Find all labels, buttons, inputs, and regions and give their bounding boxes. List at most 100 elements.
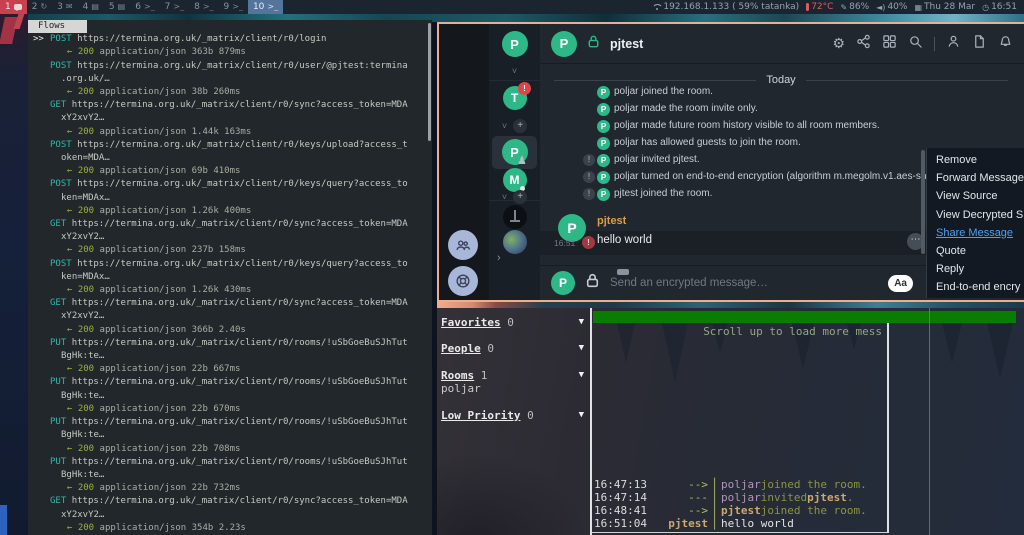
search-icon[interactable] — [908, 34, 923, 54]
workspace-3[interactable]: 3✉ — [52, 0, 77, 14]
flow-row[interactable]: PUT https://termina.org.uk/_matrix/clien… — [33, 337, 432, 377]
request-url: https://termina.org.uk/_matrix/client/r0… — [77, 61, 408, 71]
workspace-2[interactable]: 2↻ — [27, 0, 52, 14]
event-avatar: P — [597, 137, 610, 150]
weechat-terminal[interactable]: Favorites 0▼ People 0▼ Rooms 1▼poljar Low P… — [437, 308, 1024, 535]
chat-prefix: --> — [652, 478, 708, 491]
mitmproxy-terminal[interactable]: Flows >>POST https://termina.org.uk/_mat… — [28, 20, 432, 535]
collapse-arrow-icon[interactable]: ▼ — [579, 410, 584, 420]
flows-tab[interactable]: Flows — [28, 20, 87, 33]
members-icon[interactable] — [946, 34, 961, 54]
statue-icon: ♟ — [517, 154, 527, 167]
room-avatar[interactable]: P — [551, 31, 577, 57]
flow-row[interactable]: POST https://termina.org.uk/_matrix/clie… — [33, 178, 432, 218]
flow-row[interactable]: >>POST https://termina.org.uk/_matrix/cl… — [33, 33, 432, 59]
user-avatar[interactable]: P — [502, 31, 528, 57]
flow-row[interactable]: POST https://termina.org.uk/_matrix/clie… — [33, 60, 432, 100]
menu-item-share-message[interactable]: Share Message — [927, 224, 1024, 242]
response-line: ← 200 application/json 38b 260ms — [33, 86, 432, 99]
collapse-arrow-icon[interactable]: ▼ — [579, 343, 584, 353]
menu-item-view-decrypted-s[interactable]: View Decrypted S — [927, 206, 1024, 224]
rooms-grid-icon[interactable] — [882, 34, 897, 54]
workspace-8[interactable]: 8>_ — [189, 0, 218, 14]
help-button[interactable] — [448, 266, 478, 296]
lifebuoy-icon — [454, 272, 472, 290]
menu-item-reply[interactable]: Reply — [927, 260, 1024, 278]
status-code: 200 — [78, 245, 94, 255]
thermometer-icon — [806, 3, 809, 11]
workspace-1[interactable]: 1 — [0, 0, 27, 14]
files-icon[interactable] — [972, 34, 987, 54]
flow-row[interactable]: POST https://termina.org.uk/_matrix/clie… — [33, 139, 432, 179]
buffer-group-rooms[interactable]: Rooms 1▼ — [441, 369, 582, 382]
chevron-down-icon[interactable]: ˅ — [512, 66, 517, 76]
workspace-5[interactable]: 5▤ — [104, 0, 130, 14]
buffer-item-poljar[interactable]: poljar — [441, 382, 481, 395]
room-sidebar: P ˅ T ! ˅ + P ♟ M ˅ + › — [489, 24, 540, 300]
top-status-bar: 12↻3✉4▤5▤6>_7>_8>_9>_10>_ 192.168.1.133 … — [0, 0, 1024, 14]
timeline-scrollbar[interactable] — [921, 150, 925, 254]
volume-icon: ◄) — [876, 3, 885, 12]
buffer-sidebar: Favorites 0▼ People 0▼ Rooms 1▼poljar Low P… — [437, 308, 590, 535]
collapse-arrow-icon[interactable]: ▼ — [579, 317, 584, 327]
response-meta: application/json 22b 670ms — [94, 404, 240, 414]
notifications-icon[interactable] — [998, 34, 1013, 54]
chevron-down-icon[interactable]: ˅ — [502, 192, 507, 202]
volume-status: ◄)40% — [876, 2, 907, 12]
flow-row[interactable]: GET https://termina.org.uk/_matrix/clien… — [33, 297, 432, 337]
flow-row[interactable]: PUT https://termina.org.uk/_matrix/clien… — [33, 456, 432, 496]
response-arrow-icon: ← — [67, 245, 78, 255]
pane-border — [929, 308, 930, 535]
input-drag-handle[interactable] — [617, 269, 629, 275]
message-input-placeholder[interactable]: Send an encrypted message… — [610, 277, 768, 289]
response-meta: application/json 354b 2.23s — [94, 523, 246, 533]
status-text: 86% — [849, 2, 869, 12]
http-method: GET — [50, 496, 66, 506]
workspace-10[interactable]: 10>_ — [248, 0, 283, 14]
chat-prefix: --> — [652, 504, 708, 517]
buffer-group-low-priority[interactable]: Low Priority 0▼ — [441, 409, 582, 422]
room-avatar-image[interactable] — [503, 230, 527, 254]
add-room-button[interactable]: + — [513, 190, 527, 204]
menu-item-view-source[interactable]: View Source — [927, 187, 1024, 205]
status-code: 200 — [78, 404, 94, 414]
prefix-separator: │ — [708, 504, 721, 517]
workspace-9[interactable]: 9>_ — [219, 0, 248, 14]
flow-row[interactable]: PUT https://termina.org.uk/_matrix/clien… — [33, 416, 432, 456]
response-arrow-icon: ← — [67, 404, 78, 414]
settings-icon[interactable]: ⚙ — [832, 36, 845, 51]
calendar-status: ▦Thu 28 Mar — [914, 2, 975, 12]
flow-row[interactable]: GET https://termina.org.uk/_matrix/clien… — [33, 495, 432, 535]
nheko-left-rail — [439, 24, 489, 300]
buffer-group-favorites[interactable]: Favorites 0▼ — [441, 316, 582, 329]
http-method: POST — [50, 34, 72, 44]
http-method: POST — [50, 61, 72, 71]
flow-row[interactable]: GET https://termina.org.uk/_matrix/clien… — [33, 218, 432, 258]
room-avatar-image[interactable] — [503, 205, 527, 229]
menu-item-forward-message[interactable]: Forward Message — [927, 169, 1024, 187]
flow-row[interactable]: GET https://termina.org.uk/_matrix/clien… — [33, 99, 432, 139]
format-button[interactable]: Aa — [888, 275, 913, 292]
chevron-right-icon[interactable]: › — [497, 252, 501, 264]
collapse-arrow-icon[interactable]: ▼ — [579, 370, 584, 380]
chevron-down-icon[interactable]: ˅ — [502, 121, 507, 131]
people-button[interactable] — [448, 230, 478, 260]
flow-row[interactable]: PUT https://termina.org.uk/_matrix/clien… — [33, 376, 432, 416]
menu-item-end-to-end-encry[interactable]: End-to-end encry — [927, 278, 1024, 296]
scroll-notice: Scroll up to load more mess — [592, 325, 882, 338]
chat-line: 16:47:14---│poljar invited pjtest. — [594, 491, 887, 504]
workspace-6[interactable]: 6>_ — [130, 0, 159, 14]
workspace-4[interactable]: 4▤ — [78, 0, 104, 14]
status-text: 40% — [887, 2, 907, 12]
request-url-wrap: oken=MDA… — [33, 152, 432, 165]
buffer-group-people[interactable]: People 0▼ — [441, 342, 582, 355]
workspace-7[interactable]: 7>_ — [160, 0, 189, 14]
response-arrow-icon: ← — [67, 364, 78, 374]
menu-item-remove[interactable]: Remove — [927, 151, 1024, 169]
menu-item-quote[interactable]: Quote — [927, 242, 1024, 260]
share-icon[interactable] — [856, 34, 871, 54]
add-room-button[interactable]: + — [513, 119, 527, 133]
flow-row[interactable]: POST https://termina.org.uk/_matrix/clie… — [33, 258, 432, 298]
status-code: 200 — [78, 166, 94, 176]
scrollbar-thumb[interactable] — [428, 23, 431, 141]
